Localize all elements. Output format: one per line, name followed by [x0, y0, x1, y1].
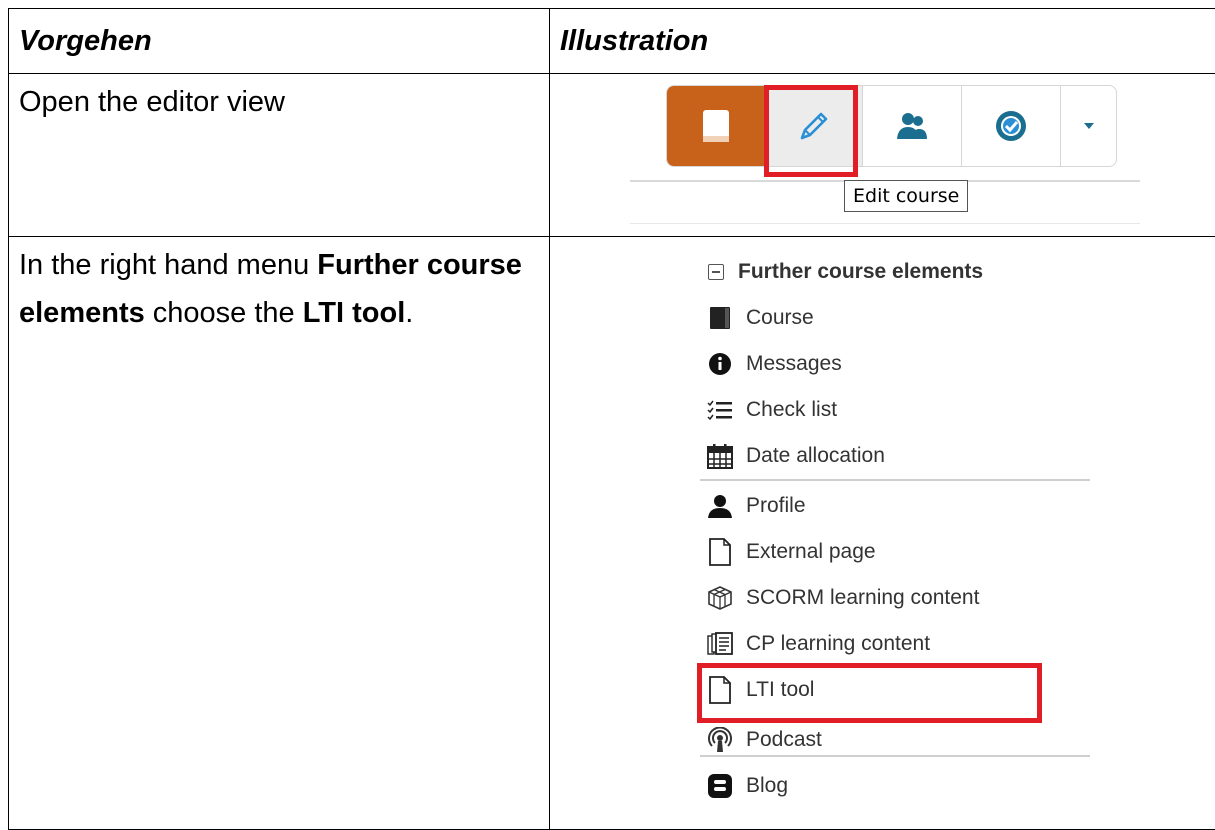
checklist-icon	[706, 396, 734, 424]
caret-down-icon	[1082, 121, 1096, 131]
menu-item-label: Messages	[746, 352, 842, 376]
step-text: Open the editor view	[9, 74, 549, 126]
course-elements-menu: Further course elements Course Messages	[690, 249, 1090, 809]
course-icon	[702, 109, 730, 143]
assessment-icon	[994, 109, 1028, 143]
table-row: In the right hand menu Further course el…	[9, 237, 1215, 830]
assessment-button[interactable]	[962, 86, 1061, 166]
menu-item-label: External page	[746, 540, 876, 564]
menu-item-label: Profile	[746, 494, 806, 518]
menu-divider	[700, 479, 1090, 481]
menu-item-label: Blog	[746, 774, 788, 798]
menu-heading-label: Further course elements	[738, 260, 983, 284]
step-cell: Open the editor view	[9, 74, 550, 237]
menu-item-external-page[interactable]: External page	[690, 529, 1090, 575]
menu-divider	[700, 755, 1090, 757]
person-icon	[706, 492, 734, 520]
podcast-icon	[706, 726, 734, 754]
menu-item-label: Podcast	[746, 728, 822, 752]
menu-item-label: Date allocation	[746, 444, 885, 468]
menu-item-scorm[interactable]: SCORM learning content	[690, 575, 1090, 621]
menu-item-date-allocation[interactable]: Date allocation	[690, 433, 1090, 479]
course-toolbar	[666, 85, 1117, 167]
step-text: In the right hand menu Further course el…	[9, 237, 549, 337]
blog-icon	[706, 772, 734, 800]
highlight-box	[764, 85, 858, 177]
menu-item-label: Check list	[746, 398, 837, 422]
menu-item-profile[interactable]: Profile	[690, 483, 1090, 529]
divider	[630, 223, 1140, 224]
header-row: Vorgehen Illustration	[9, 9, 1215, 74]
course-button[interactable]	[667, 86, 766, 166]
menu-item-checklist[interactable]: Check list	[690, 387, 1090, 433]
highlight-box	[697, 663, 1042, 723]
info-icon	[706, 350, 734, 378]
tooltip: Edit course	[844, 180, 968, 212]
illustration-cell: Edit course	[550, 74, 1215, 237]
pages-icon	[706, 630, 734, 658]
menu-heading[interactable]: Further course elements	[690, 249, 1090, 295]
menu-item-messages[interactable]: Messages	[690, 341, 1090, 387]
cube-icon	[706, 584, 734, 612]
step-text-part: .	[405, 297, 413, 329]
menu-item-cp-learning[interactable]: CP learning content	[690, 621, 1090, 667]
more-dropdown-button[interactable]	[1061, 86, 1116, 166]
book-icon	[706, 304, 734, 332]
step-text-part: In the right hand menu	[19, 249, 317, 281]
menu-item-course[interactable]: Course	[690, 295, 1090, 341]
step-text-part: choose the	[145, 297, 303, 329]
header-vorgehen: Vorgehen	[9, 9, 550, 74]
menu-item-label: CP learning content	[746, 632, 930, 656]
menu-item-blog[interactable]: Blog	[690, 763, 1090, 809]
instruction-table: Vorgehen Illustration Open the editor vi…	[8, 8, 1215, 830]
header-illustration: Illustration	[550, 9, 1215, 74]
table-row: Open the editor view	[9, 74, 1215, 237]
collapse-icon	[708, 264, 724, 280]
page-icon	[706, 538, 734, 566]
calendar-icon	[706, 442, 734, 470]
menu-item-label: Course	[746, 306, 814, 330]
step-cell: In the right hand menu Further course el…	[9, 237, 550, 830]
step-text-bold: LTI tool	[303, 297, 406, 329]
illustration-cell: Further course elements Course Messages	[550, 237, 1215, 830]
menu-item-label: SCORM learning content	[746, 586, 979, 610]
members-icon	[894, 111, 930, 141]
members-button[interactable]	[863, 86, 962, 166]
